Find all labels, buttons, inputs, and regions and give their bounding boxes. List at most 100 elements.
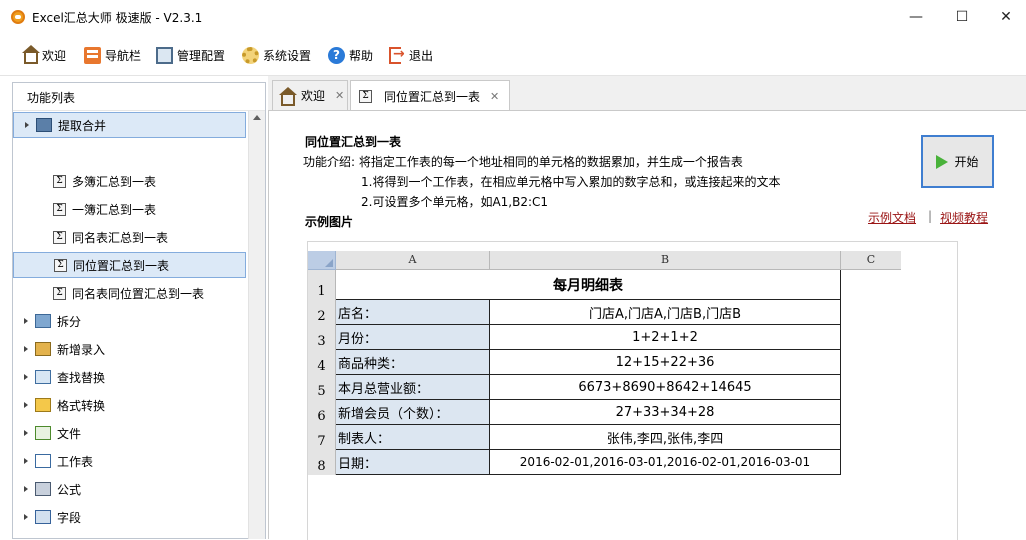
expand-arrow-icon[interactable] xyxy=(25,122,29,128)
field-icon xyxy=(35,510,51,524)
sheet-value-cell: 2016-02-01,2016-03-01,2016-02-01,2016-03… xyxy=(490,450,841,475)
sidebar-group-extract-merge[interactable]: 提取合并 xyxy=(13,112,246,138)
sheet-value-cell: 27+33+34+28 xyxy=(490,400,841,425)
sheet-label-cell: 店名： xyxy=(336,300,490,325)
start-button-label: 开始 xyxy=(954,155,979,169)
feature-point: 2.可设置多个单元格，如A1,B2:C1 xyxy=(361,195,549,209)
expand-arrow-icon[interactable] xyxy=(24,486,28,492)
feature-title: 同位置汇总到一表 xyxy=(305,135,402,149)
video-tutorial-link[interactable]: 视频教程 xyxy=(940,209,988,226)
tab-close-icon[interactable]: ✕ xyxy=(335,89,344,102)
sheet-label-cell: 新增会员（个数）： xyxy=(336,400,490,425)
sidebar-item-same-name-position[interactable]: Σ 同名表同位置汇总到一表 xyxy=(53,280,204,306)
toolbar-welcome-button[interactable]: 欢迎 xyxy=(22,44,67,65)
tab-same-position[interactable]: Σ 同位置汇总到一表 ✕ xyxy=(350,80,510,111)
feature-point: 1.将得到一个工作表，在相应单元格中写入累加的数字总和，或连接起来的文本 xyxy=(361,175,781,189)
expand-arrow-icon[interactable] xyxy=(24,430,28,436)
sidebar-group-new-entry[interactable]: 新增录入 xyxy=(13,336,105,362)
minimize-button[interactable]: — xyxy=(902,5,930,29)
file-icon xyxy=(35,426,51,440)
row-header: 5 xyxy=(308,375,336,400)
sidebar-group-label: 新增录入 xyxy=(57,342,106,357)
navigation-icon xyxy=(84,46,101,64)
row-header: 1 xyxy=(308,270,336,300)
close-button[interactable]: ✕ xyxy=(992,5,1020,29)
sigma-icon: Σ xyxy=(53,202,66,216)
expand-arrow-icon[interactable] xyxy=(24,318,28,324)
toolbar-exit-button[interactable]: 退出 xyxy=(389,45,433,65)
sidebar-group-formula[interactable]: 公式 xyxy=(13,476,81,502)
example-label: 示例图片 xyxy=(305,215,354,229)
sheet-value-cell: 张伟,李四,张伟,李四 xyxy=(490,425,841,450)
column-header-b: B xyxy=(490,251,841,270)
sidebar-group-label: 提取合并 xyxy=(58,118,107,133)
sidebar-group-file[interactable]: 文件 xyxy=(13,420,81,446)
sidebar-item-one-book[interactable]: Σ 一簿汇总到一表 xyxy=(53,196,156,222)
gear-icon xyxy=(242,46,259,64)
play-icon xyxy=(936,154,949,169)
sidebar-group-label: 工作表 xyxy=(57,454,94,469)
sheet-value-cell: 6673+8690+8642+14645 xyxy=(490,375,841,400)
split-icon xyxy=(35,314,51,328)
start-button[interactable]: 开始 xyxy=(921,135,994,188)
toolbar: 欢迎 导航栏 管理配置 系统设置 ? 帮助 退出 xyxy=(0,34,1026,76)
feature-description: 功能介绍: 将指定工作表的每一个地址相同的单元格的数据累加，并生成一个报告表 xyxy=(303,155,743,169)
expand-arrow-icon[interactable] xyxy=(24,402,28,408)
scroll-up-icon[interactable] xyxy=(253,115,261,120)
tab-welcome[interactable]: 欢迎 ✕ xyxy=(272,80,348,110)
sidebar-item-label: 一簿汇总到一表 xyxy=(72,202,157,217)
column-header-a: A xyxy=(336,251,490,270)
toolbar-welcome-label: 欢迎 xyxy=(42,48,67,63)
sidebar-item-multi-book[interactable]: Σ 多簿汇总到一表 xyxy=(53,168,156,194)
sidebar-item-same-name[interactable]: Σ 同名表汇总到一表 xyxy=(53,224,168,250)
worksheet-icon xyxy=(35,454,51,468)
sidebar-item-label: 同名表汇总到一表 xyxy=(72,230,169,245)
window-title: Excel汇总大师 极速版 - V2.3.1 xyxy=(32,11,203,25)
sidebar-item-label: 同位置汇总到一表 xyxy=(73,258,170,273)
tab-label: 欢迎 xyxy=(301,89,326,103)
row-header: 8 xyxy=(308,450,336,475)
expand-arrow-icon[interactable] xyxy=(24,458,28,464)
expand-arrow-icon[interactable] xyxy=(24,374,28,380)
sheet-value-cell: 门店A,门店A,门店B,门店B xyxy=(490,300,841,325)
toolbar-navigation-label: 导航栏 xyxy=(105,48,142,63)
sheet-title-cell: 每月明细表 xyxy=(336,270,841,300)
expand-arrow-icon[interactable] xyxy=(24,514,28,520)
sidebar-scrollbar[interactable] xyxy=(248,111,265,539)
row-header: 2 xyxy=(308,300,336,325)
exit-icon xyxy=(389,46,405,64)
sidebar-group-find-replace[interactable]: 查找替换 xyxy=(13,364,105,390)
tab-close-icon[interactable]: ✕ xyxy=(490,90,499,103)
sigma-icon: Σ xyxy=(53,286,66,300)
toolbar-navigation-button[interactable]: 导航栏 xyxy=(84,45,141,65)
sidebar-group-field[interactable]: 字段 xyxy=(13,504,81,530)
sidebar-group-label: 字段 xyxy=(57,510,82,525)
sigma-icon: Σ xyxy=(54,258,67,272)
select-all-corner xyxy=(308,251,336,270)
sheet-label-cell: 商品种类： xyxy=(336,350,490,375)
row-header: 7 xyxy=(308,425,336,450)
example-doc-link[interactable]: 示例文档 xyxy=(868,209,916,226)
maximize-button[interactable]: ☐ xyxy=(948,5,976,29)
sidebar-group-label: 查找替换 xyxy=(57,370,106,385)
toolbar-settings-button[interactable]: 系统设置 xyxy=(242,45,311,65)
expand-arrow-icon[interactable] xyxy=(24,346,28,352)
new-entry-icon xyxy=(35,342,51,356)
sidebar-group-worksheet[interactable]: 工作表 xyxy=(13,448,93,474)
toolbar-help-label: 帮助 xyxy=(349,48,374,63)
sidebar-item-label: 同名表同位置汇总到一表 xyxy=(72,286,205,301)
link-separator: | xyxy=(928,209,933,223)
toolbar-help-button[interactable]: ? 帮助 xyxy=(328,45,373,65)
title-bar: Excel汇总大师 极速版 - V2.3.1 — ☐ ✕ xyxy=(0,0,1026,34)
column-header-c: C xyxy=(841,251,901,270)
sidebar-group-split[interactable]: 拆分 xyxy=(13,308,81,334)
sidebar-group-format-convert[interactable]: 格式转换 xyxy=(13,392,105,418)
tab-label: 同位置汇总到一表 xyxy=(384,89,481,104)
sigma-icon: Σ xyxy=(53,174,66,188)
toolbar-config-button[interactable]: 管理配置 xyxy=(156,45,225,65)
sidebar-item-label: 多簿汇总到一表 xyxy=(72,174,157,189)
toolbar-exit-label: 退出 xyxy=(409,48,434,63)
sidebar-item-same-position[interactable]: Σ 同位置汇总到一表 xyxy=(13,252,246,278)
row-header: 3 xyxy=(308,325,336,350)
home-icon xyxy=(279,87,297,106)
